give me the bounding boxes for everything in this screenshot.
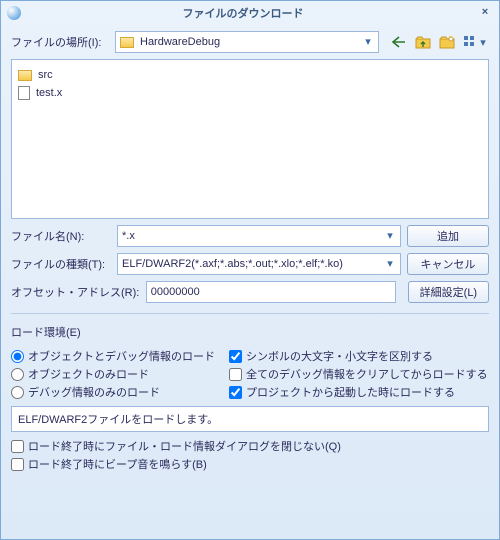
chevron-down-icon[interactable]: ▾ (360, 34, 376, 50)
file-name: test.x (36, 87, 62, 99)
filename-row: ファイル名(N): *.x ▾ 追加 (11, 225, 489, 247)
checkbox-input[interactable] (11, 458, 24, 471)
filename-input[interactable]: *.x ▾ (117, 225, 401, 247)
status-text: ELF/DWARF2ファイルをロードします。 (18, 411, 218, 427)
detail-button[interactable]: 詳細設定(L) (408, 281, 489, 303)
close-icon[interactable]: × (477, 5, 493, 21)
new-folder-button[interactable] (437, 32, 457, 52)
location-row: ファイルの場所(I): HardwareDebug ▾ ▾ (11, 31, 489, 53)
filetype-label: ファイルの種類(T): (11, 256, 111, 272)
filetype-combo[interactable]: ELF/DWARF2(*.axf;*.abs;*.out;*.xlo;*.elf… (117, 253, 401, 275)
radio-option[interactable]: デバッグ情報のみのロード (11, 384, 215, 400)
radio-input[interactable] (11, 368, 24, 381)
status-box: ELF/DWARF2ファイルをロードします。 (11, 406, 489, 432)
folder-icon (18, 70, 32, 81)
download-dialog: ファイルのダウンロード × ファイルの場所(I): HardwareDebug … (0, 0, 500, 540)
list-item[interactable]: test.x (18, 84, 482, 102)
folder-icon (120, 37, 134, 48)
file-icon (18, 86, 30, 100)
filename-label: ファイル名(N): (11, 228, 111, 244)
chevron-down-icon[interactable]: ▾ (382, 228, 398, 244)
chevron-down-icon: ▾ (480, 36, 486, 49)
checkbox-option[interactable]: シンボルの大文字・小文字を区別する (229, 348, 488, 364)
checkbox-input[interactable] (11, 440, 24, 453)
offset-label: オフセット・アドレス(R): (11, 284, 140, 300)
loadenv-group: オブジェクトとデバッグ情報のロード オブジェクトのみロード デバッグ情報のみのロ… (11, 348, 489, 400)
divider (11, 313, 489, 314)
cancel-button[interactable]: キャンセル (407, 253, 489, 275)
location-combo[interactable]: HardwareDebug ▾ (115, 31, 379, 53)
checkbox-option[interactable]: ロード終了時にファイル・ロード情報ダイアログを閉じない(Q) (11, 438, 489, 454)
file-list[interactable]: src test.x (11, 59, 489, 219)
window-title: ファイルのダウンロード (29, 5, 457, 21)
radio-option[interactable]: オブジェクトのみロード (11, 366, 215, 382)
radio-column: オブジェクトとデバッグ情報のロード オブジェクトのみロード デバッグ情報のみのロ… (11, 348, 215, 400)
titlebar: ファイルのダウンロード × (1, 1, 499, 25)
checkbox-column: シンボルの大文字・小文字を区別する 全てのデバッグ情報をクリアしてからロードする… (229, 348, 488, 400)
filetype-value: ELF/DWARF2(*.axf;*.abs;*.out;*.xlo;*.elf… (122, 258, 343, 270)
location-value: HardwareDebug (140, 36, 220, 48)
checkbox-input[interactable] (229, 350, 242, 363)
loadenv-label: ロード環境(E) (11, 324, 489, 340)
file-name: src (38, 69, 53, 81)
radio-input[interactable] (11, 386, 24, 399)
footer-checks: ロード終了時にファイル・ロード情報ダイアログを閉じない(Q) ロード終了時にビー… (11, 438, 489, 472)
checkbox-option[interactable]: 全てのデバッグ情報をクリアしてからロードする (229, 366, 488, 382)
list-item[interactable]: src (18, 66, 482, 84)
app-icon (7, 6, 21, 20)
filename-value: *.x (122, 230, 135, 242)
filetype-row: ファイルの種類(T): ELF/DWARF2(*.axf;*.abs;*.out… (11, 253, 489, 275)
location-label: ファイルの場所(I): (11, 34, 111, 50)
offset-value: 00000000 (151, 286, 200, 298)
back-button[interactable] (389, 32, 409, 52)
chevron-down-icon[interactable]: ▾ (382, 256, 398, 272)
view-menu-button[interactable]: ▾ (461, 32, 489, 52)
add-button[interactable]: 追加 (407, 225, 489, 247)
nav-buttons: ▾ (389, 32, 489, 52)
up-folder-button[interactable] (413, 32, 433, 52)
checkbox-option[interactable]: プロジェクトから起動した時にロードする (229, 384, 488, 400)
radio-option[interactable]: オブジェクトとデバッグ情報のロード (11, 348, 215, 364)
offset-row: オフセット・アドレス(R): 00000000 詳細設定(L) (11, 281, 489, 303)
checkbox-input[interactable] (229, 368, 242, 381)
offset-input[interactable]: 00000000 (146, 281, 396, 303)
checkbox-input[interactable] (229, 386, 242, 399)
radio-input[interactable] (11, 350, 24, 363)
checkbox-option[interactable]: ロード終了時にビープ音を鳴らす(B) (11, 456, 489, 472)
